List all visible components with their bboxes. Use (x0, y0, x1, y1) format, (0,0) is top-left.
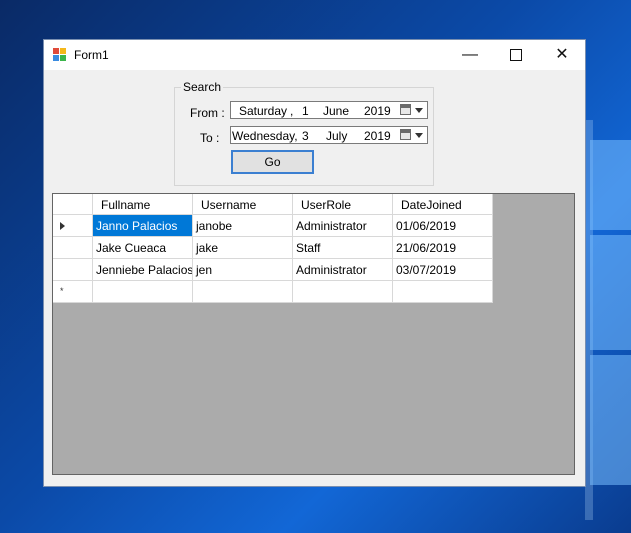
app-icon (53, 48, 67, 62)
grid-cell[interactable]: Administrator (293, 259, 393, 281)
desktop-logo-pane (590, 140, 631, 230)
row-header-new[interactable]: * (53, 281, 93, 303)
chevron-down-icon[interactable] (415, 133, 423, 138)
desktop-logo-pane (590, 355, 631, 485)
row-header-current[interactable] (53, 215, 93, 237)
grid-cell[interactable]: Jenniebe Palacios (93, 259, 193, 281)
maximize-button[interactable] (493, 40, 539, 70)
to-weekday: Wednesday, (232, 129, 298, 143)
users-datagrid[interactable]: Fullname Username UserRole DateJoined Ja… (52, 193, 575, 475)
calendar-icon (400, 104, 411, 115)
search-group-label: Search (181, 80, 224, 94)
grid-cell[interactable]: 01/06/2019 (393, 215, 493, 237)
to-year: 2019 (364, 129, 391, 143)
grid-cell[interactable]: Janno Palacios (93, 215, 193, 237)
new-row-star-icon: * (60, 286, 64, 296)
to-month: July (326, 129, 348, 143)
from-day: 1 (302, 104, 309, 118)
close-button[interactable]: ✕ (539, 40, 585, 70)
grid-cell[interactable]: jen (193, 259, 293, 281)
window-title: Form1 (74, 48, 109, 62)
go-button[interactable]: Go (231, 150, 314, 174)
calendar-icon (400, 129, 411, 140)
grid-cell[interactable]: Administrator (293, 215, 393, 237)
to-label: To : (200, 131, 220, 145)
minimize-button[interactable]: — (447, 40, 493, 70)
grid-cell-empty[interactable] (93, 281, 193, 303)
chevron-down-icon[interactable] (415, 108, 423, 113)
title-bar[interactable]: Form1 — ✕ (44, 40, 585, 70)
from-month: June (323, 104, 350, 118)
from-weekday: Saturday (239, 104, 288, 118)
to-date-picker[interactable]: Wednesday, 3 July 2019 (230, 126, 428, 144)
grid-cell[interactable]: jake (193, 237, 293, 259)
from-year: 2019 (364, 104, 391, 118)
grid-cell[interactable]: 21/06/2019 (393, 237, 493, 259)
grid-cell-empty[interactable] (393, 281, 493, 303)
from-label: From : (190, 106, 225, 120)
grid-cell-empty[interactable] (193, 281, 293, 303)
form-window: Form1 — ✕ Search From : Saturday , 1 Jun… (43, 39, 586, 487)
row-header[interactable] (53, 259, 93, 281)
row-header[interactable] (53, 237, 93, 259)
grid-cell[interactable]: 03/07/2019 (393, 259, 493, 281)
current-row-arrow-icon (60, 222, 65, 230)
from-date-picker[interactable]: Saturday , 1 June 2019 (230, 101, 428, 119)
grid-cell[interactable]: janobe (193, 215, 293, 237)
desktop-logo-pane (590, 235, 631, 350)
column-header-datejoined[interactable]: DateJoined (393, 194, 493, 215)
grid-cell-empty[interactable] (293, 281, 393, 303)
column-header-userrole[interactable]: UserRole (293, 194, 393, 215)
grid-cell[interactable]: Staff (293, 237, 393, 259)
grid-corner-header[interactable] (53, 194, 93, 215)
column-header-fullname[interactable]: Fullname (93, 194, 193, 215)
from-separator: , (290, 104, 294, 118)
to-day: 3 (302, 129, 309, 143)
column-header-username[interactable]: Username (193, 194, 293, 215)
grid-cell[interactable]: Jake Cueaca (93, 237, 193, 259)
